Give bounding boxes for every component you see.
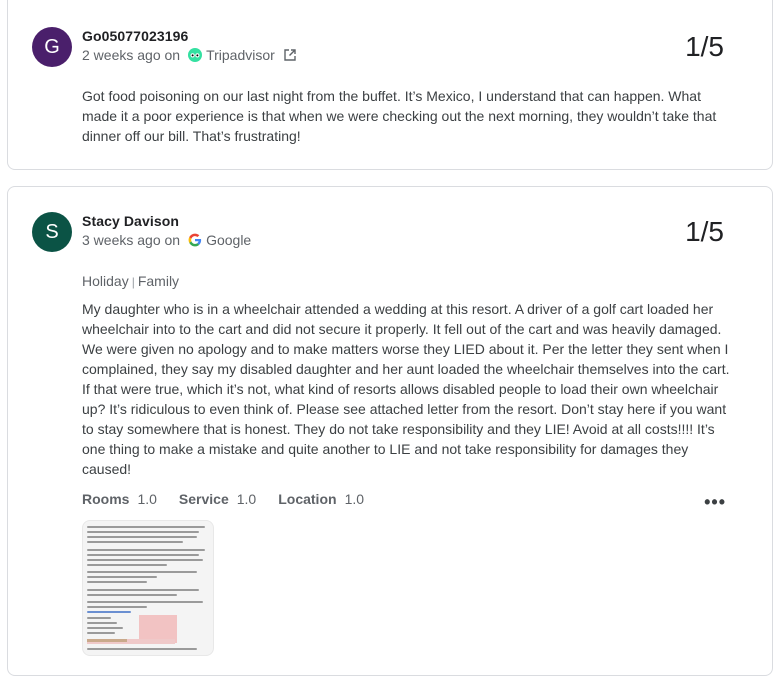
review-score: 1/5 (685, 31, 724, 62)
more-options-button[interactable]: ••• (704, 492, 726, 513)
review-photo-thumbnail[interactable] (82, 520, 214, 656)
rating-value: 1.0 (236, 491, 257, 507)
tag-separator: | (131, 275, 135, 289)
rating-label: Service (178, 491, 229, 507)
review-text: My daughter who is in a wheelchair atten… (82, 301, 730, 477)
review-score: 1/5 (685, 216, 724, 247)
google-icon (188, 233, 202, 247)
rating-location: Location 1.0 (278, 491, 364, 507)
author-name[interactable]: Stacy Davison (82, 213, 179, 229)
avatar[interactable]: S (32, 212, 72, 252)
source-label: Google (206, 232, 252, 248)
rating-label: Rooms (82, 491, 130, 507)
avatar-initial: G (44, 35, 60, 58)
review-meta: 3 weeks ago on Google (82, 232, 251, 248)
rating-service: Service 1.0 (179, 491, 256, 507)
trip-tags: Holiday | Family (82, 273, 179, 289)
rating-value: 1.0 (344, 491, 365, 507)
source-link[interactable]: Tripadvisor (206, 47, 275, 63)
category-ratings: Rooms 1.0 Service 1.0 Location 1.0 (82, 491, 386, 507)
rating-rooms: Rooms 1.0 (82, 491, 157, 507)
tripadvisor-icon (188, 48, 203, 62)
letter-highlight (87, 639, 127, 642)
review-card: G Go05077023196 2 weeks ago on Tripadvis… (7, 0, 773, 170)
tag-travel-group: Family (137, 273, 180, 289)
review-time: 2 weeks ago on (82, 47, 181, 63)
review-time: 3 weeks ago on (82, 232, 181, 248)
author-name[interactable]: Go05077023196 (82, 28, 188, 44)
tag-trip-type: Holiday (82, 273, 129, 289)
avatar-initial: S (45, 220, 59, 243)
rating-value: 1.0 (137, 491, 157, 507)
rating-label: Location (278, 491, 337, 507)
review-card: S Stacy Davison 3 weeks ago on Google 1/… (7, 186, 773, 676)
review-meta: 2 weeks ago on Tripadvisor (82, 47, 297, 63)
external-link-icon[interactable] (283, 48, 297, 62)
review-text: Got food poisoning on our last night fro… (82, 88, 717, 144)
avatar[interactable]: G (32, 27, 72, 67)
